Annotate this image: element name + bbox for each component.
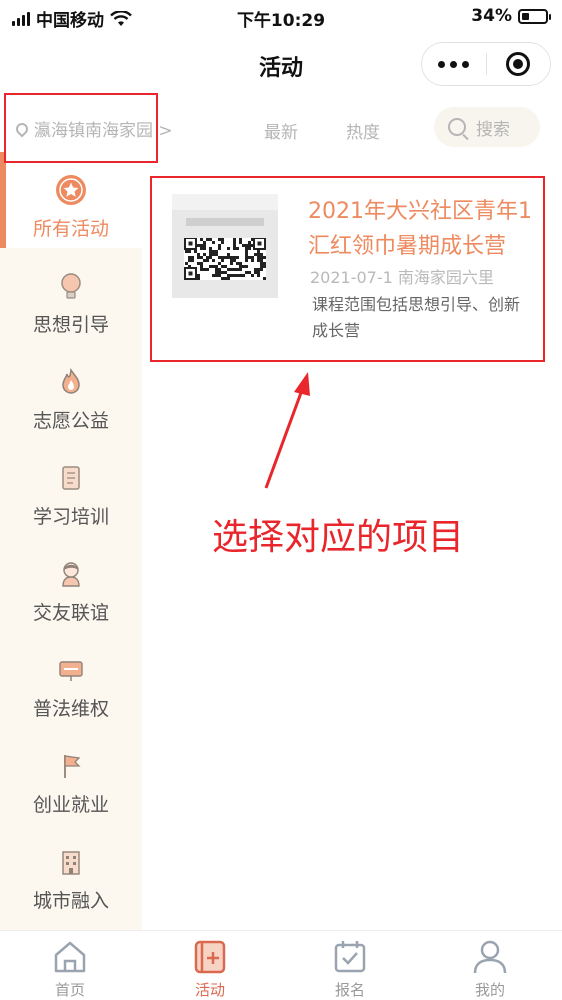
battery-icon	[518, 8, 551, 24]
user-icon	[473, 940, 507, 974]
sidebar-label: 创业就业	[32, 794, 109, 816]
tab-label: 首页	[54, 981, 85, 999]
tab-label: 报名	[334, 981, 365, 999]
sidebar-label: 交友联谊	[32, 602, 109, 624]
close-miniprogram-icon[interactable]	[487, 52, 551, 76]
annotation-arrow-icon	[264, 372, 310, 489]
sidebar-item-legal[interactable]: 普法维权	[0, 632, 142, 728]
bottom-tab-bar: 首页 活动 报名 我的	[0, 930, 562, 1000]
tab-latest[interactable]: 最新	[264, 118, 298, 143]
status-bar: 中国移动 下午10:29 34%	[0, 0, 562, 34]
tab-signup[interactable]: 报名	[280, 931, 420, 1000]
sidebar-label: 城市融入	[32, 890, 109, 912]
flame-icon	[55, 366, 87, 398]
status-right: 34%	[471, 6, 551, 26]
sidebar-label: 普法维权	[32, 698, 109, 720]
sidebar-item-study[interactable]: 学习培训	[0, 440, 142, 536]
tab-mine[interactable]: 我的	[420, 931, 560, 1000]
sidebar-item-city[interactable]: 城市融入	[0, 824, 142, 920]
more-options-icon[interactable]	[422, 60, 486, 68]
miniprogram-capsule	[421, 42, 551, 86]
person-icon	[55, 558, 87, 590]
notebook-icon	[55, 462, 87, 494]
nav-bar: 活动	[0, 34, 562, 94]
status-left: 中国移动	[12, 6, 132, 31]
tab-label: 活动	[194, 981, 225, 999]
sidebar-label: 志愿公益	[32, 410, 109, 432]
battery-percent: 34%	[471, 6, 512, 26]
sidebar-item-volunteer[interactable]: 志愿公益	[0, 344, 142, 440]
tab-home[interactable]: 首页	[0, 931, 140, 1000]
wifi-icon	[110, 10, 132, 26]
building-icon	[55, 846, 87, 878]
activity-icon	[194, 940, 226, 974]
sidebar-item-social[interactable]: 交友联谊	[0, 536, 142, 632]
annotation-text: 选择对应的项目	[212, 517, 465, 558]
sidebar-label: 所有活动	[32, 218, 109, 240]
sidebar-item-thought[interactable]: 思想引导	[0, 248, 142, 344]
search-label: 搜索	[476, 119, 510, 140]
lightbulb-icon	[55, 270, 87, 302]
star-badge-icon	[55, 174, 87, 206]
signal-icon	[12, 11, 30, 26]
tab-label: 我的	[474, 981, 505, 999]
sidebar-item-all[interactable]: 所有活动	[0, 152, 142, 248]
search-icon	[448, 118, 466, 136]
carrier-label: 中国移动	[36, 11, 104, 31]
search-button[interactable]: 搜索	[434, 107, 540, 147]
category-sidebar: 所有活动 思想引导 志愿公益 学习培训 交友联谊 普法维权 创业就业 城市融入	[0, 152, 142, 930]
tab-activity[interactable]: 活动	[140, 931, 280, 1000]
calendar-check-icon	[334, 941, 366, 973]
sidebar-label: 思想引导	[32, 314, 109, 336]
flag-icon	[55, 750, 87, 782]
sidebar-label: 学习培训	[32, 506, 109, 528]
home-icon	[54, 941, 86, 973]
law-sign-icon	[55, 654, 87, 686]
tab-hot[interactable]: 热度	[346, 118, 380, 143]
annotation-box-location	[4, 93, 158, 163]
annotation-box-card	[150, 176, 545, 362]
sidebar-item-career[interactable]: 创业就业	[0, 728, 142, 824]
